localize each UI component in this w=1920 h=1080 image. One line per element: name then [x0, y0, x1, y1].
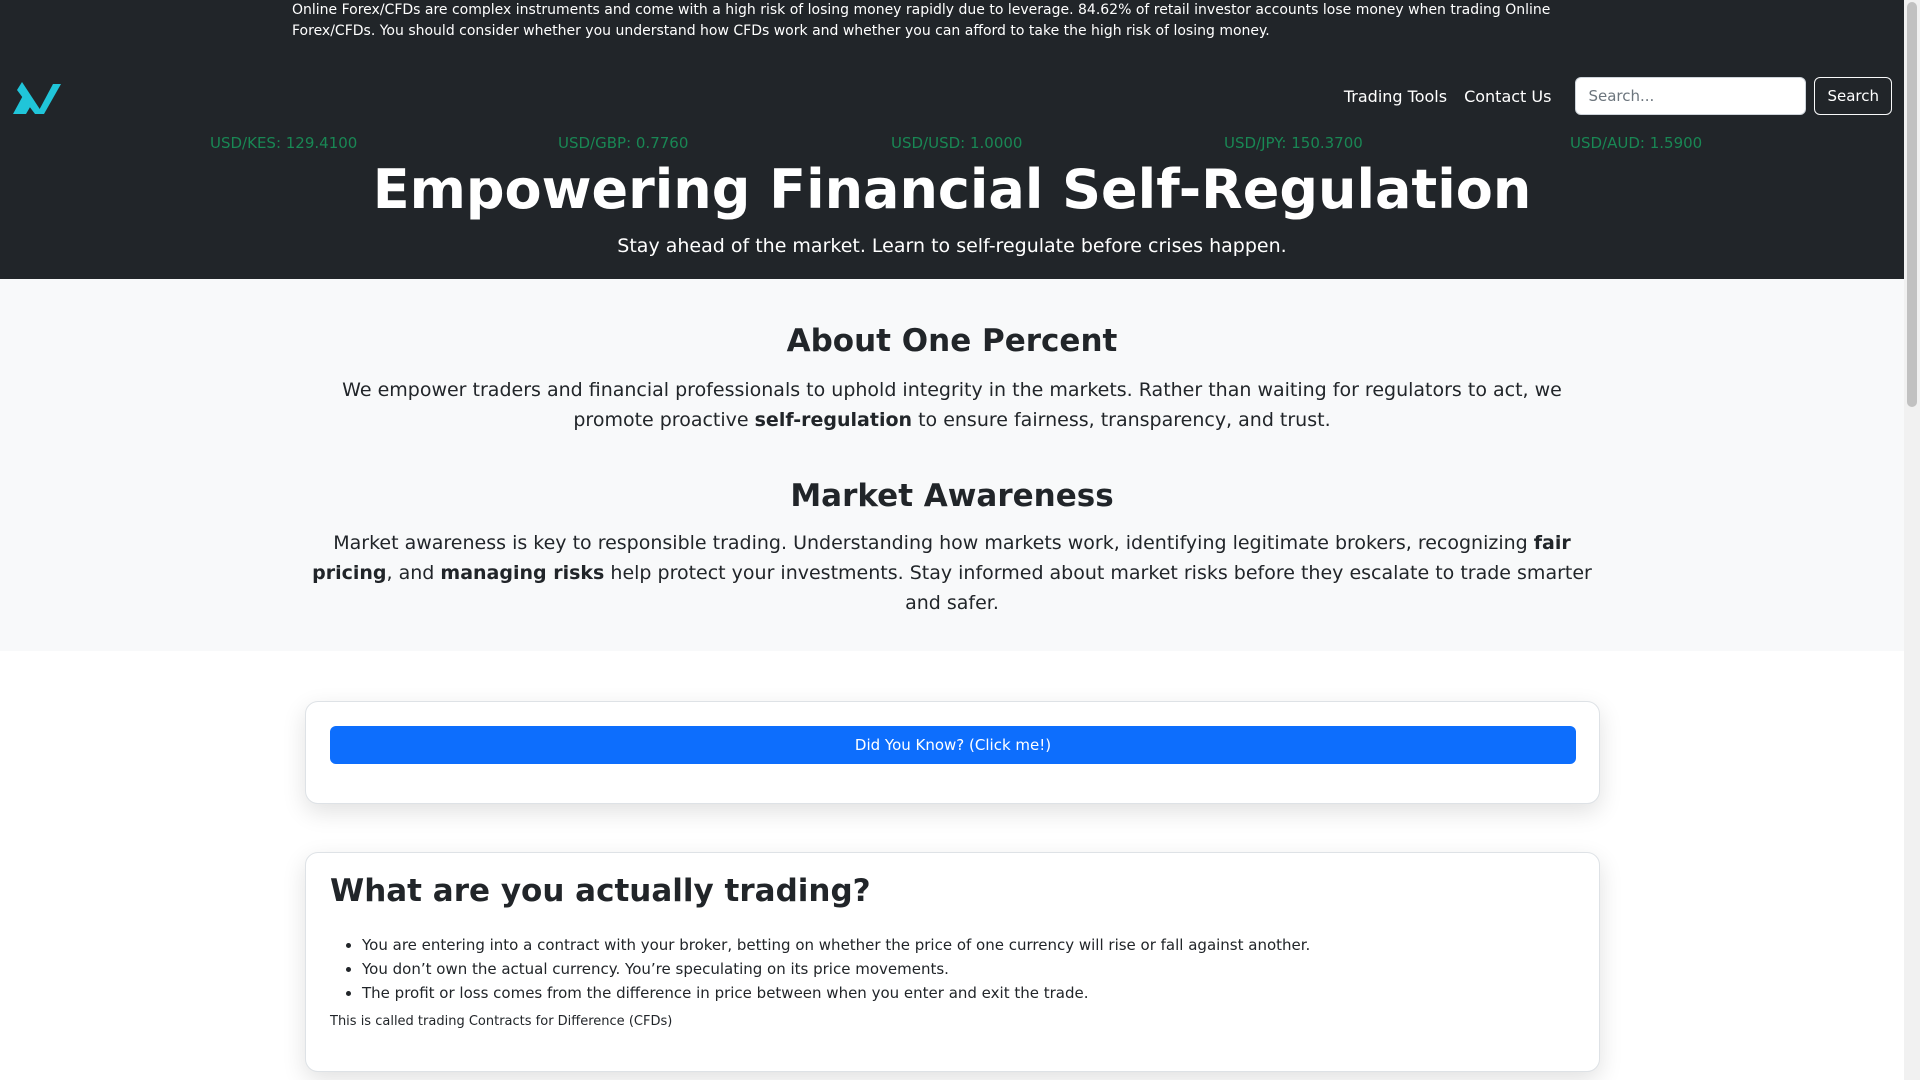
ticker-usd-kes: USD/KES: 129.4100	[210, 134, 358, 152]
main-nav: Trading Tools Contact Us Search	[1344, 77, 1892, 115]
ticker-usd-usd: USD/USD: 1.0000	[891, 134, 1023, 152]
trading-card-list: You are entering into a contract with yo…	[362, 933, 1310, 1005]
about-section: About One Percent We empower traders and…	[0, 279, 1904, 651]
search-button[interactable]: Search	[1814, 77, 1892, 115]
cfd-note: This is called trading Contracts for Dif…	[330, 1014, 673, 1029]
list-item: The profit or loss comes from the differ…	[362, 981, 1310, 1005]
hero-header: Online Forex/CFDs are complex instrument…	[0, 0, 1904, 279]
search-input[interactable]	[1575, 77, 1807, 115]
list-item: You don’t own the actual currency. You’r…	[362, 957, 1310, 981]
awareness-text: Market awareness is key to responsible t…	[312, 532, 1592, 614]
page-scrollbar[interactable]	[1904, 0, 1920, 1080]
about-heading: About One Percent	[786, 323, 1118, 359]
scrollbar-thumb[interactable]	[1907, 2, 1917, 407]
brand-logo-icon[interactable]	[13, 80, 61, 114]
hero-title: Empowering Financial Self-Regulation	[372, 158, 1532, 221]
did-you-know-card: Did You Know? (Click me!)	[305, 701, 1600, 804]
ticker-usd-jpy: USD/JPY: 150.3700	[1224, 134, 1363, 152]
nav-contact-us[interactable]: Contact Us	[1464, 87, 1551, 106]
trading-card-title: What are you actually trading?	[330, 873, 871, 909]
trading-info-card: What are you actually trading? You are e…	[305, 852, 1600, 1072]
about-text: We empower traders and financial profess…	[342, 379, 1562, 431]
ticker-usd-gbp: USD/GBP: 0.7760	[558, 134, 689, 152]
nav-trading-tools[interactable]: Trading Tools	[1344, 87, 1447, 106]
risk-warning: Online Forex/CFDs are complex instrument…	[292, 2, 1551, 39]
hero-subtitle: Stay ahead of the market. Learn to self-…	[617, 235, 1287, 257]
ticker-usd-aud: USD/AUD: 1.5900	[1570, 134, 1703, 152]
did-you-know-button[interactable]: Did You Know? (Click me!)	[330, 726, 1576, 764]
list-item: You are entering into a contract with yo…	[362, 933, 1310, 957]
awareness-heading: Market Awareness	[790, 478, 1114, 514]
page: Online Forex/CFDs are complex instrument…	[0, 0, 1904, 1080]
